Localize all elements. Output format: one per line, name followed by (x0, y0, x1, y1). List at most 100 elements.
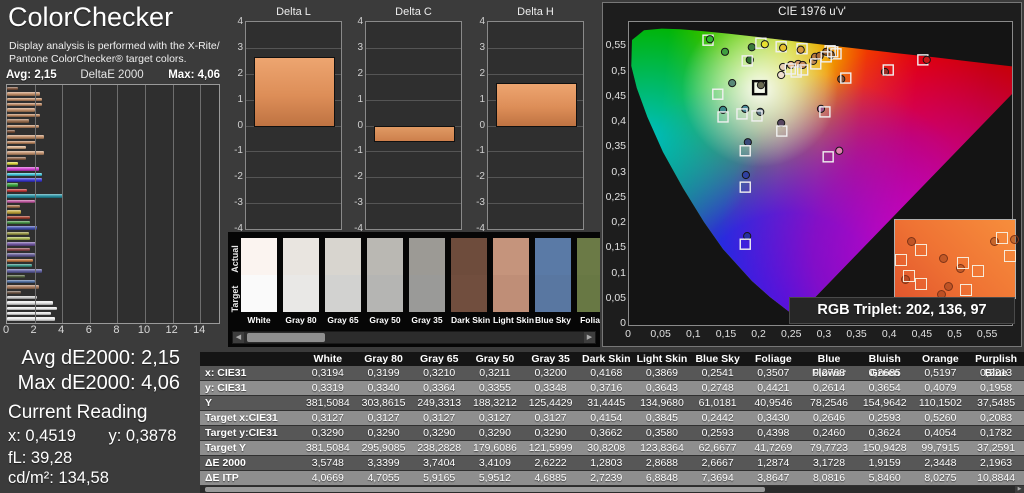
scroll-right-icon[interactable]: ▶ (584, 332, 595, 343)
color-swatch: Gray 50 (367, 238, 403, 330)
cie-y-tick-label: 0,55 (605, 39, 626, 52)
table-column-header: Blue Flower (812, 353, 846, 379)
mini-gridline (366, 99, 461, 101)
table-cell: 3,5748 (311, 457, 344, 469)
deltae-bar (7, 87, 19, 91)
mini-gridline (366, 203, 461, 205)
measured-point (705, 35, 715, 44)
table-cell: 0,3199 (367, 367, 400, 379)
swatch-actual (325, 238, 361, 275)
deltae-bar (7, 263, 32, 268)
measured-point (756, 81, 766, 90)
mini-axis-tick-label: -3 (234, 197, 243, 209)
mini-axis-tick-label: 1 (357, 93, 363, 105)
table-cell: 78,2546 (810, 397, 849, 409)
swatch-label: Gray 65 (327, 315, 359, 325)
table-cell: 0,3211 (479, 367, 511, 379)
table-cell: 3,1728 (812, 457, 846, 469)
inset-target-square (915, 244, 928, 257)
current-xy-values: x: 0,4519 y: 0,3878 (0, 425, 200, 448)
cie-y-tick-label: 0,45 (605, 89, 626, 102)
deltae-x-tick-label: 8 (113, 324, 120, 336)
delta-bar (373, 125, 456, 142)
table-cell: 0,2748 (701, 382, 734, 394)
mini-axis-tick-label: 0 (237, 119, 243, 131)
table-cell: 0,3290 (311, 427, 344, 439)
delta-c-chart: Delta C 4 3 2 1 0 -1 -2 -3 -4 (347, 0, 467, 234)
mini-gridline (488, 47, 583, 49)
table-column-header: Gray 50 (475, 353, 515, 365)
table-cell: 5,9165 (423, 472, 456, 484)
table-cell: 0,3127 (367, 412, 400, 424)
mini-axis-tick-label: -2 (354, 171, 363, 183)
color-swatch: Gray 65 (325, 238, 361, 330)
deltae-bar (7, 119, 30, 123)
table-cell: 238,2828 (417, 442, 462, 454)
swatch-strip: White Gray 80 Gray 65 Gray 50 Gray 35 Dark Sk… (241, 238, 600, 330)
table-row-label: Target Y (205, 442, 247, 454)
table-cell: 10,8844 (977, 472, 1016, 484)
cie-x-tick-label: 0,4 (881, 328, 897, 340)
deltae-bar (7, 135, 45, 139)
cie-y-tick-label: 0,2 (611, 216, 626, 228)
deltae-bar (7, 129, 16, 134)
table-cell: 0,1782 (980, 427, 1013, 439)
measured-point (796, 45, 805, 54)
table-cell: 8,0275 (924, 472, 957, 484)
cie-y-tick-label: 0,15 (605, 241, 626, 254)
table-cell: 188,3212 (473, 397, 517, 409)
cie-y-tick-label: 0,4 (611, 115, 626, 127)
deltae-x-tick-label: 12 (165, 324, 178, 336)
table-cell: 0,3127 (478, 412, 511, 424)
deltae-gridline (117, 85, 119, 323)
table-cell: 0,2593 (868, 412, 901, 424)
deltae-bar (7, 247, 31, 252)
table-cell: 3,4109 (478, 457, 511, 469)
current-fl-value: fL: 39,28 (8, 449, 73, 467)
table-cell: 0,3290 (478, 427, 511, 439)
table-cell: 0,3210 (423, 367, 456, 379)
swatch-scrollbar[interactable]: ◀ ▶ (232, 331, 596, 344)
table-cell: 0,4398 (757, 427, 790, 439)
mini-axis-tick-label: -1 (354, 145, 363, 157)
table-cell: 4,6885 (534, 472, 567, 484)
swatch-scrollbar-thumb[interactable] (247, 333, 325, 342)
swatch-actual (577, 238, 600, 275)
table-cell: 381,5084 (305, 442, 350, 454)
measured-point (760, 40, 769, 49)
cie-x-tick-label: 0,1 (685, 328, 701, 340)
mini-gridline (488, 73, 583, 75)
mini-axis-tick-label: 2 (237, 67, 243, 79)
table-cell: 0,3290 (423, 427, 456, 439)
table-row-label: ΔE 2000 (205, 457, 246, 469)
patch-data-table: White Gray 80 Gray 65 Gray 50 Gray 35 Dark Sk… (200, 352, 1024, 493)
table-cell: 0,5260 (924, 412, 957, 424)
deltae-bar (7, 312, 52, 316)
deltae-bar (7, 242, 36, 246)
color-swatch: White (241, 238, 277, 330)
table-cell: 295,9085 (361, 442, 406, 454)
deltae-bar (7, 188, 27, 193)
table-row-label: Y (205, 397, 213, 409)
table-column-header: Gray 35 (531, 353, 570, 365)
inset-target-square (1004, 249, 1017, 262)
table-cell: 0,2213 (980, 367, 1013, 379)
table-cell: 154,9642 (862, 397, 907, 409)
table-column-header: Purplish Blue (975, 353, 1018, 379)
swatch-target (409, 275, 445, 312)
table-cell: 0,2646 (812, 412, 846, 424)
measured-point (728, 79, 737, 88)
table-cell: 6,8848 (645, 472, 679, 484)
table-scrollbar-thumb[interactable] (205, 487, 766, 492)
table-row: x: CIE31 0,3194 0,3199 0,3210 0,3211 0,3200 0,… (200, 366, 1024, 381)
table-row: y: CIE31 0,3319 0,3340 0,3364 0,3355 0,3348 0,… (200, 381, 1024, 396)
measured-point (922, 55, 931, 64)
table-row-label: y: CIE31 (205, 382, 247, 394)
deltae-bar (7, 172, 43, 177)
swatch-actual (535, 238, 571, 275)
table-corner-cell (200, 352, 300, 366)
table-cell: 0,2685 (868, 367, 901, 379)
deltae-bar (7, 97, 43, 102)
scroll-left-icon[interactable]: ◀ (233, 332, 244, 343)
cie-y-tick-label: 0,3 (611, 165, 626, 178)
